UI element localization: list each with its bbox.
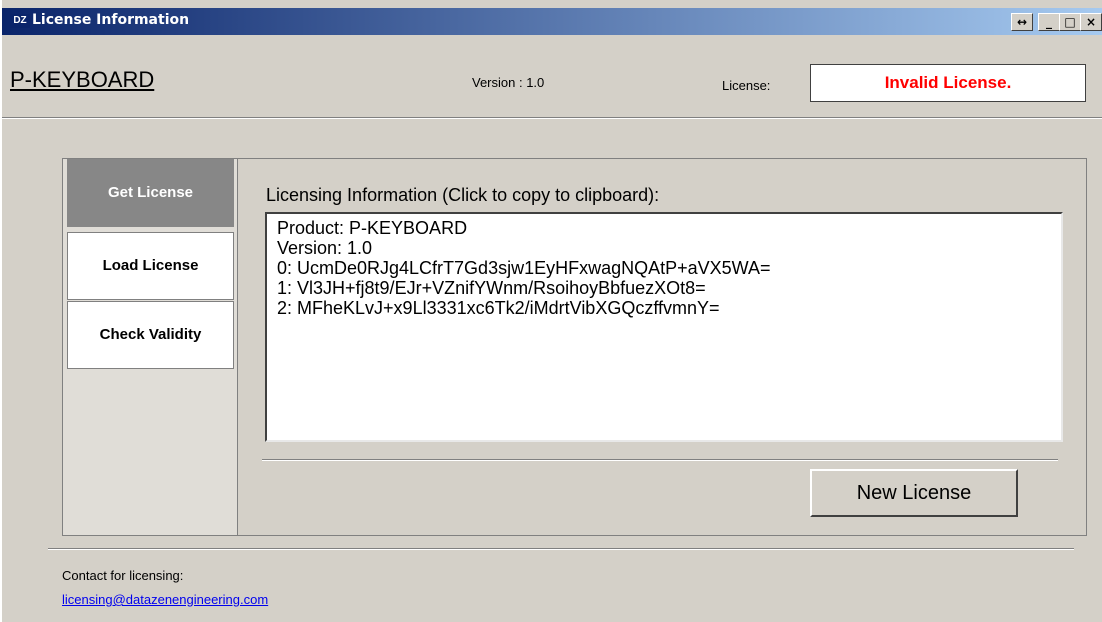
license-panel: Get License Load License Check Validity … bbox=[62, 158, 1087, 536]
content-divider bbox=[262, 459, 1058, 461]
license-status-field: Invalid License. bbox=[810, 64, 1086, 102]
tab-get-license[interactable]: Get License bbox=[67, 159, 234, 227]
tab-check-validity[interactable]: Check Validity bbox=[67, 301, 234, 369]
close-button[interactable]: × bbox=[1080, 13, 1102, 31]
license-label: License: bbox=[722, 78, 771, 93]
info-line: Product: P-KEYBOARD bbox=[277, 218, 468, 238]
version-text: Version : 1.0 bbox=[472, 75, 545, 90]
get-license-content: Licensing Information (Click to copy to … bbox=[237, 159, 1086, 535]
resize-arrows-icon[interactable]: ↔ bbox=[1011, 13, 1033, 31]
tab-load-license[interactable]: Load License bbox=[67, 232, 234, 300]
licensing-info-label: Licensing Information (Click to copy to … bbox=[266, 185, 660, 205]
contact-label: Contact for licensing: bbox=[62, 568, 184, 583]
header: P-KEYBOARD Version : 1.0 License: Invali… bbox=[2, 35, 1102, 120]
licensing-info-box[interactable]: Product: P-KEYBOARD Version: 1.0 0: UcmD… bbox=[265, 212, 1063, 442]
app-logo-icon: DZ bbox=[10, 14, 30, 28]
minimize-button[interactable]: _ bbox=[1038, 13, 1060, 31]
new-license-button[interactable]: New License bbox=[810, 469, 1018, 517]
window-title: License Information bbox=[32, 12, 190, 28]
info-line: 0: UcmDe0RJg4LCfrT7Gd3sjw1EyHFxwagNQAtP+… bbox=[277, 258, 771, 278]
footer-divider bbox=[48, 548, 1074, 550]
contact-email-link[interactable]: licensing@datazenengineering.com bbox=[62, 592, 268, 607]
info-line: 1: Vl3JH+fj8t9/EJr+VZnifYWnm/RsoihoyBbfu… bbox=[277, 278, 706, 298]
info-line: 2: MFheKLvJ+x9Ll3331xc6Tk2/iMdrtVibXGQcz… bbox=[277, 298, 720, 318]
header-divider bbox=[2, 117, 1102, 119]
info-line: Version: 1.0 bbox=[277, 238, 373, 258]
license-information-window: DZ License Information ↔ _ □ × P-KEYBOAR… bbox=[0, 0, 1102, 622]
title-bar[interactable]: DZ License Information ↔ _ □ × bbox=[2, 8, 1102, 35]
product-name: P-KEYBOARD bbox=[10, 67, 155, 92]
maximize-button[interactable]: □ bbox=[1059, 13, 1081, 31]
